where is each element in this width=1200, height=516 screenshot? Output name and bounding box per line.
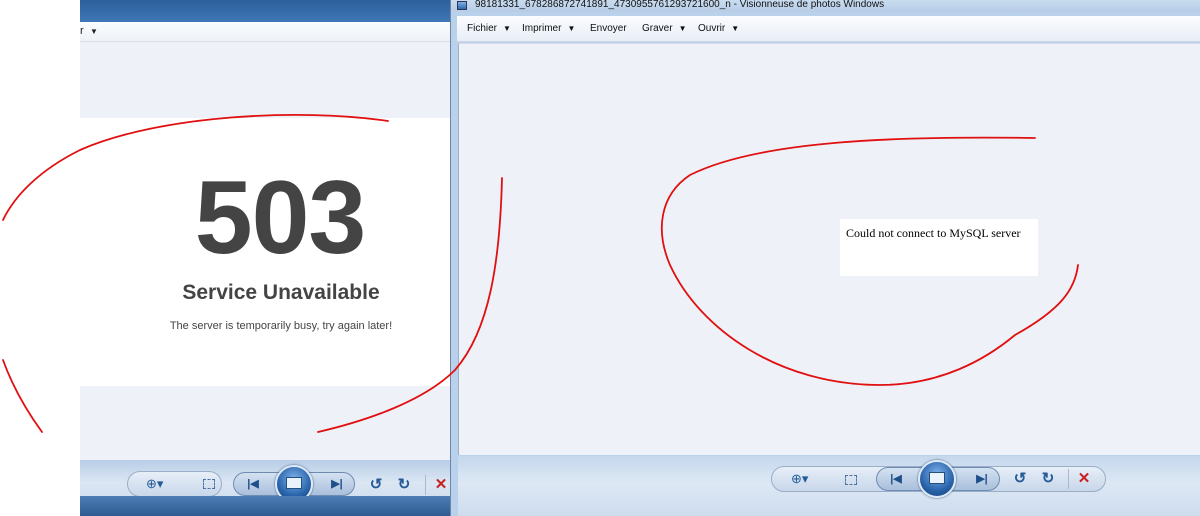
chevron-down-icon[interactable]: ▼: [90, 27, 98, 36]
error-code: 503: [194, 160, 367, 276]
delete-icon[interactable]: ✕: [432, 476, 450, 494]
background-window: r ▼ 503 Service Unavailable The server i…: [0, 0, 452, 516]
menu-label: Graver: [642, 23, 673, 34]
delete-icon[interactable]: ✕: [1075, 470, 1093, 488]
error-title: Service Unavailable: [182, 281, 380, 304]
previous-icon[interactable]: |◀: [240, 476, 266, 492]
slideshow-icon: [929, 472, 945, 484]
title-bar: 98181331_678286872741891_473095576129372…: [451, 0, 1200, 12]
zoom-group: ⊕▾: [127, 471, 222, 497]
next-icon[interactable]: ▶|: [969, 471, 995, 487]
menu-fichier[interactable]: Fichier ▼: [467, 23, 511, 34]
chevron-down-icon: ▼: [567, 24, 576, 33]
fit-window-icon[interactable]: [203, 479, 215, 489]
menu-imprimer[interactable]: Imprimer ▼: [522, 23, 575, 34]
window-title: 98181331_678286872741891_473095576129372…: [475, 0, 885, 10]
zoom-icon[interactable]: ⊕▾: [146, 475, 168, 493]
menu-envoyer[interactable]: Envoyer: [590, 23, 627, 34]
chevron-down-icon: ▼: [678, 24, 687, 33]
background-taskbar: [80, 0, 452, 22]
zoom-icon[interactable]: ⊕▾: [791, 470, 813, 488]
menu-label: Ouvrir: [698, 23, 726, 34]
menu-ouvrir[interactable]: Ouvrir ▼: [698, 23, 739, 34]
separator: [425, 475, 426, 495]
menu-label: Envoyer: [590, 23, 627, 34]
menu-label: Imprimer: [522, 23, 562, 34]
menu-label: Fichier: [467, 23, 498, 34]
error-message: The server is temporarily busy, try agai…: [169, 320, 393, 332]
rotate-left-icon[interactable]: ↺: [1011, 470, 1029, 488]
menu-graver[interactable]: Graver ▼: [642, 23, 686, 34]
previous-icon[interactable]: |◀: [883, 471, 909, 487]
photo-viewer-window: 98181331_678286872741891_473095576129372…: [450, 0, 1200, 516]
background-menu-bar: r ▼: [80, 22, 452, 42]
rotate-left-icon[interactable]: ↺: [367, 476, 385, 494]
background-taskbar-bottom: [80, 496, 452, 516]
rotate-right-icon[interactable]: ↻: [1039, 470, 1057, 488]
slideshow-icon: [286, 477, 302, 489]
error-page: 503 Service Unavailable The server is te…: [80, 118, 452, 386]
photo: Could not connect to MySQL server: [840, 219, 1038, 276]
slideshow-button[interactable]: [918, 460, 956, 498]
fit-window-icon[interactable]: [845, 475, 857, 485]
photo-text: Could not connect to MySQL server: [846, 226, 1021, 240]
rotate-right-icon[interactable]: ↻: [395, 476, 413, 494]
menu-bar: Fichier ▼ Imprimer ▼ Envoyer Graver ▼ Ouvri…: [457, 16, 1200, 42]
app-icon: [457, 1, 467, 10]
chevron-down-icon: ▼: [503, 24, 511, 33]
next-icon[interactable]: ▶|: [324, 476, 350, 492]
chevron-down-icon: ▼: [731, 24, 740, 33]
separator: [1068, 469, 1069, 489]
menu-fragment[interactable]: r: [80, 25, 84, 37]
viewer-toolbar: ⊕▾ |◀ ▶| ↺ ↻ ✕: [458, 456, 1200, 516]
photo-display-area: Could not connect to MySQL server: [458, 43, 1200, 455]
